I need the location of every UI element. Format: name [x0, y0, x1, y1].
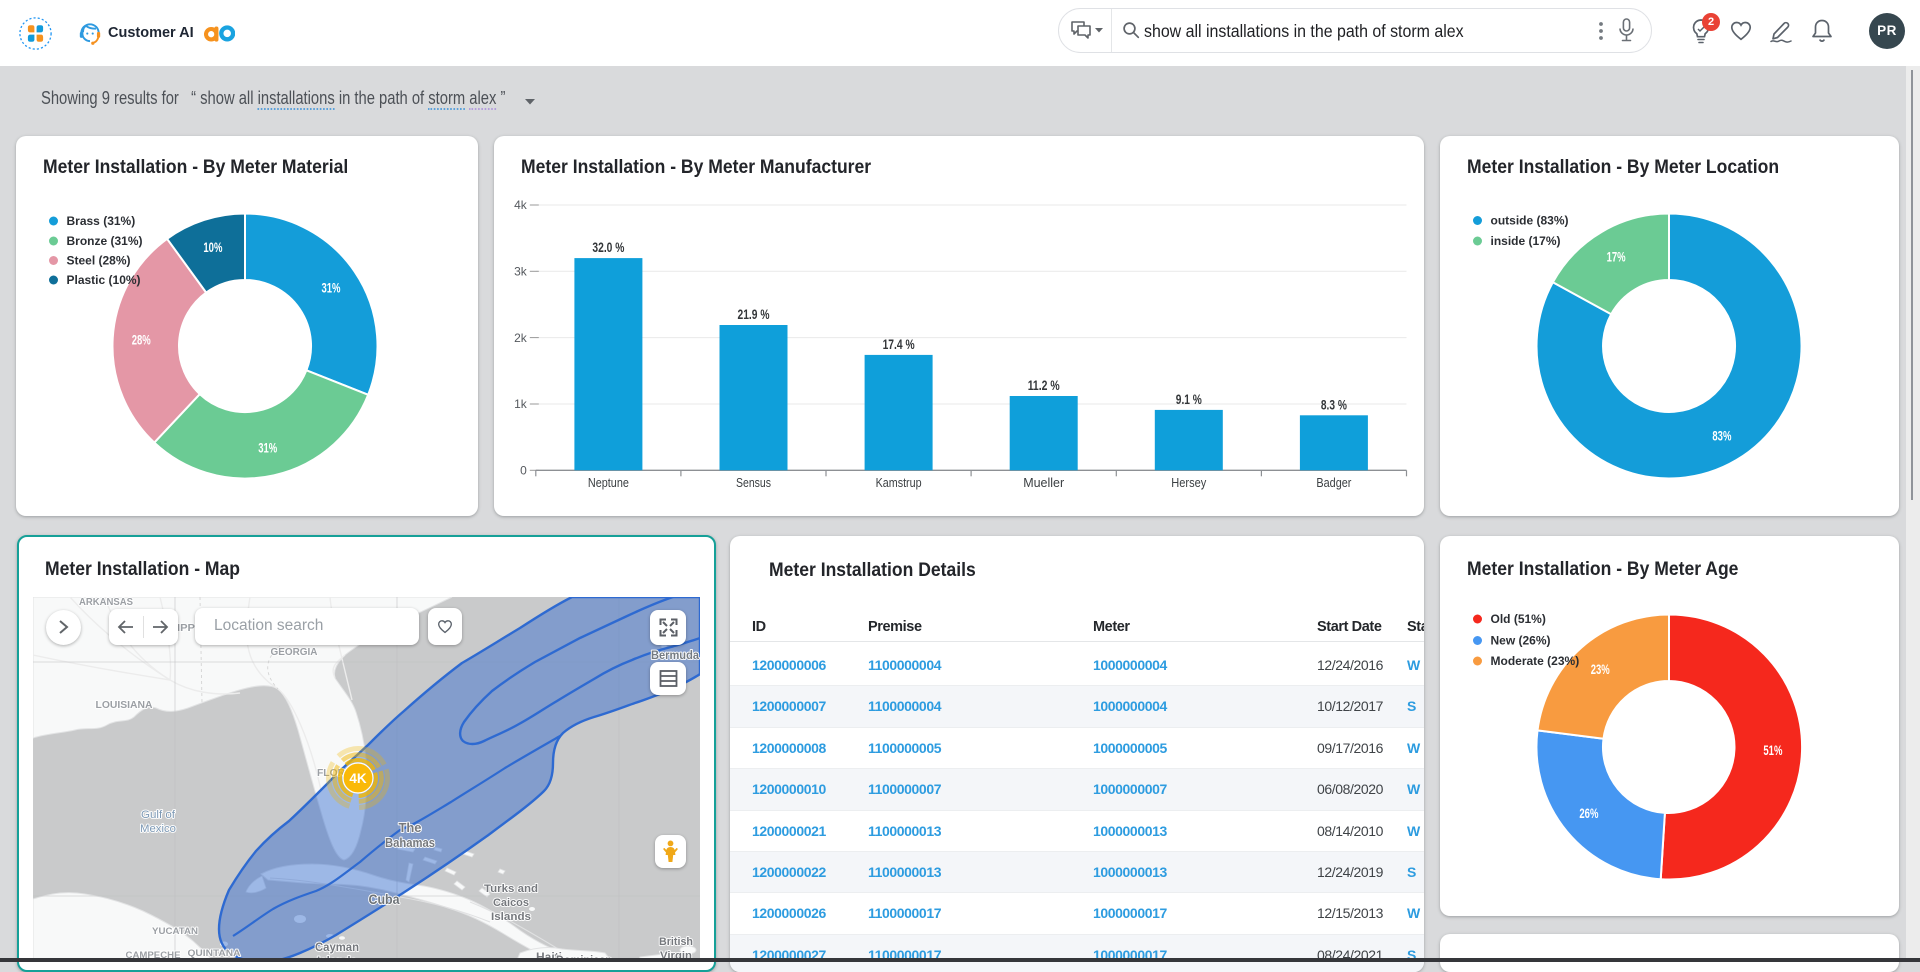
svg-text:Old (51%): Old (51%) [1491, 612, 1546, 626]
svg-text:23%: 23% [1591, 662, 1610, 677]
svg-text:Bronze (31%): Bronze (31%) [67, 234, 143, 248]
svg-text:2k: 2k [514, 331, 528, 345]
svg-text:Sensus: Sensus [736, 476, 771, 490]
svg-text:Mueller: Mueller [1023, 476, 1064, 490]
svg-text:21.9 %: 21.9 % [738, 307, 770, 322]
svg-text:83%: 83% [1712, 428, 1731, 443]
svg-text:4k: 4k [514, 198, 528, 212]
svg-text:Caicos: Caicos [493, 897, 529, 909]
svg-text:Mexico: Mexico [140, 823, 176, 835]
svg-text:The: The [399, 821, 422, 835]
svg-text:32.0 %: 32.0 % [592, 240, 624, 255]
svg-text:IPP: IPP [177, 623, 195, 634]
svg-text:LOUISIANA: LOUISIANA [96, 700, 153, 711]
svg-text:Bahamas: Bahamas [385, 836, 435, 850]
svg-text:17.4 %: 17.4 % [883, 337, 915, 352]
svg-text:ARKANSAS: ARKANSAS [79, 597, 133, 608]
svg-text:31%: 31% [258, 440, 277, 455]
svg-text:inside (17%): inside (17%) [1491, 234, 1561, 248]
svg-text:9.1 %: 9.1 % [1176, 392, 1202, 407]
svg-text:10%: 10% [203, 240, 222, 255]
svg-text:8.3 %: 8.3 % [1321, 397, 1347, 412]
svg-text:4K: 4K [349, 771, 367, 786]
svg-text:Steel (28%): Steel (28%) [67, 254, 131, 268]
svg-text:51%: 51% [1763, 743, 1782, 758]
svg-text:3k: 3k [514, 265, 528, 279]
svg-text:Gulf of: Gulf of [141, 809, 176, 821]
svg-text:Kamstrup: Kamstrup [876, 476, 922, 490]
svg-text:11.2 %: 11.2 % [1028, 378, 1060, 393]
svg-text:GEORGIA: GEORGIA [271, 647, 318, 658]
svg-text:Cuba: Cuba [369, 892, 400, 907]
svg-text:Islands: Islands [491, 911, 531, 923]
svg-text:YUCATAN: YUCATAN [152, 926, 198, 937]
svg-text:26%: 26% [1579, 806, 1598, 821]
svg-text:28%: 28% [132, 332, 151, 347]
svg-text:British: British [659, 936, 693, 948]
svg-text:Brass (31%): Brass (31%) [67, 214, 136, 228]
svg-text:Moderate (23%): Moderate (23%) [1491, 654, 1580, 668]
svg-text:Turks and: Turks and [484, 883, 538, 895]
svg-text:17%: 17% [1607, 249, 1626, 264]
svg-text:0: 0 [520, 464, 527, 478]
svg-text:1k: 1k [514, 397, 528, 411]
svg-text:outside (83%): outside (83%) [1491, 214, 1569, 228]
svg-text:Neptune: Neptune [588, 476, 629, 490]
svg-text:Bermuda: Bermuda [651, 650, 700, 662]
svg-text:New (26%): New (26%) [1491, 634, 1551, 648]
svg-text:Plastic (10%): Plastic (10%) [67, 273, 141, 287]
svg-text:Badger: Badger [1316, 476, 1351, 490]
svg-text:Hersey: Hersey [1171, 476, 1207, 490]
svg-text:Cayman: Cayman [315, 942, 359, 954]
svg-text:31%: 31% [322, 280, 341, 295]
